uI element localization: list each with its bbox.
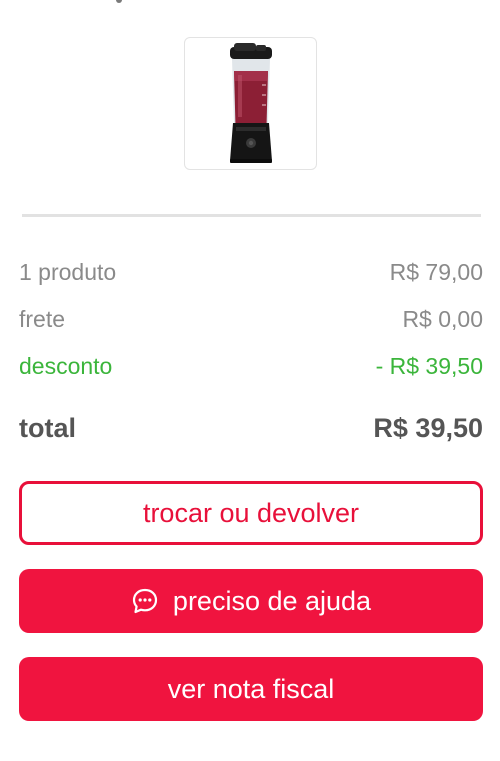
products-value: R$ 79,00	[389, 259, 483, 285]
summary-row-total: total R$ 39,50	[19, 405, 483, 452]
view-invoice-label: ver nota fiscal	[167, 673, 335, 704]
summary-row-shipping: frete R$ 0,00	[19, 296, 483, 343]
total-value: R$ 39,50	[373, 413, 483, 443]
section-divider	[22, 214, 481, 217]
cut-off-glyph	[116, 0, 122, 3]
shipping-label: frete	[19, 306, 66, 332]
summary-row-products: 1 produto R$ 79,00	[19, 249, 483, 296]
need-help-button[interactable]: preciso de ajuda	[19, 569, 483, 633]
summary-row-discount: desconto - R$ 39,50	[19, 343, 483, 390]
products-label: 1 produto	[19, 259, 117, 285]
view-invoice-button[interactable]: ver nota fiscal	[19, 657, 483, 721]
product-thumbnail[interactable]	[184, 37, 317, 170]
shipping-value: R$ 0,00	[402, 306, 483, 332]
discount-value: - R$ 39,50	[375, 353, 483, 379]
blender-bottle-icon	[229, 42, 272, 163]
discount-label: desconto	[19, 353, 113, 379]
top-cut-content	[0, 0, 500, 6]
exchange-or-return-label: trocar ou devolver	[142, 497, 360, 528]
chat-bubble-icon	[131, 587, 159, 615]
need-help-label: preciso de ajuda	[172, 585, 372, 616]
order-summary: 1 produto R$ 79,00 frete R$ 0,00 descont…	[19, 249, 483, 452]
exchange-or-return-button[interactable]: trocar ou devolver	[19, 481, 483, 545]
total-label: total	[19, 413, 76, 443]
